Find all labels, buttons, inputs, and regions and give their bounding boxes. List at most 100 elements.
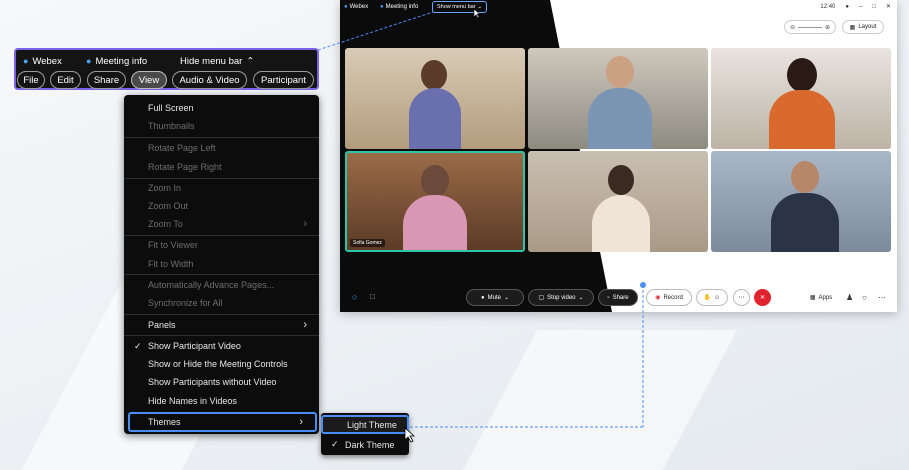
participant-body xyxy=(771,193,839,252)
participant-head xyxy=(421,165,449,197)
share-button[interactable]: ▫ Share xyxy=(598,289,638,306)
stop-video-label: Stop video xyxy=(547,294,576,301)
mute-button[interactable]: ● Mute ⌄ xyxy=(466,289,524,306)
participant-body xyxy=(592,195,650,252)
participant-head xyxy=(606,56,634,88)
checkmark-icon: ✓ xyxy=(331,439,339,449)
menu-item-label: Synchronize for All xyxy=(148,298,223,308)
video-tile[interactable] xyxy=(345,48,525,149)
menu-item-synchronize: Synchronize for All xyxy=(124,294,319,312)
menu-item-hide-names[interactable]: Hide Names in Videos xyxy=(124,392,319,410)
menu-separator xyxy=(124,314,319,315)
menu-item-label: Rotate Page Left xyxy=(148,143,216,153)
settings-icon[interactable]: ● xyxy=(845,4,849,10)
layout-button[interactable]: ▦ Layout xyxy=(842,20,884,34)
stop-video-button[interactable]: ▢ Stop video ⌄ xyxy=(528,289,594,306)
menu-item-label: Thumbnails xyxy=(148,121,195,131)
chevron-down-icon[interactable]: ⌄ xyxy=(504,294,509,301)
menu-item-light-theme[interactable]: Light Theme xyxy=(321,415,409,434)
menu-item-label: Panels xyxy=(148,320,176,330)
participant-head xyxy=(421,60,447,90)
menu-separator xyxy=(124,274,319,275)
menu-item-label: Full Screen xyxy=(148,103,194,113)
meeting-info-label: Meeting info xyxy=(95,55,148,67)
video-tile[interactable] xyxy=(528,48,708,149)
participant-body xyxy=(403,195,467,250)
microphone-icon: ● xyxy=(481,294,485,301)
video-tile[interactable] xyxy=(711,151,891,252)
menu-item-dark-theme[interactable]: ✓ Dark Theme xyxy=(321,435,409,454)
share-icon: ▫ xyxy=(607,294,610,301)
grid-icon: ▦ xyxy=(849,24,856,31)
chevron-right-icon: › xyxy=(303,218,307,230)
zoom-slider[interactable]: ⊖ ⊕ xyxy=(784,20,836,34)
meeting-controls: ○ □ ● Mute ⌄ ▢ Stop video ⌄ ▫ Share ◉ Re… xyxy=(340,284,897,312)
more-icon[interactable]: ⋯ xyxy=(878,293,886,302)
video-tile[interactable] xyxy=(528,151,708,252)
participant-head xyxy=(787,58,817,92)
reactions-button[interactable]: ✋ ☺ xyxy=(696,289,728,306)
smiley-icon: ☺ xyxy=(714,294,721,301)
menu-view[interactable]: View xyxy=(131,71,167,89)
participant-head xyxy=(791,161,819,193)
apps-icon: ▦ xyxy=(809,295,816,301)
view-menu: Full Screen Thumbnails Rotate Page Left … xyxy=(124,95,319,434)
apps-button[interactable]: ▦ Apps xyxy=(804,289,838,306)
participant-body xyxy=(409,88,461,149)
video-tile-active-speaker[interactable]: Sofia Gomez xyxy=(345,151,525,252)
background-shape xyxy=(462,330,738,470)
menu-item-panels[interactable]: Panels › xyxy=(124,316,319,334)
menu-separator xyxy=(124,335,319,336)
menu-item-label: Show or Hide the Meeting Controls xyxy=(148,359,288,369)
hide-menu-bar-button[interactable]: Hide menu bar ⌃ xyxy=(180,56,254,67)
chevron-right-icon: › xyxy=(299,416,303,428)
cursor-icon xyxy=(404,427,416,443)
chevron-right-icon: › xyxy=(303,319,307,331)
menu-item-show-participant-video[interactable]: ✓ Show Participant Video xyxy=(124,337,319,355)
titlebar-app-label: Webex xyxy=(349,4,369,10)
apps-label: Apps xyxy=(818,294,833,301)
webex-logo-icon: ● xyxy=(344,4,348,10)
leave-button[interactable]: ✕ xyxy=(754,289,771,306)
video-tile[interactable] xyxy=(711,48,891,149)
zoom-out-icon[interactable]: ⊖ xyxy=(790,24,795,31)
participant-head xyxy=(608,165,634,195)
participant-name: Sofia Gomez xyxy=(350,239,385,247)
more-options-button[interactable]: ⋯ xyxy=(733,289,750,306)
menu-item-label: Automatically Advance Pages... xyxy=(148,280,275,290)
minimize-icon[interactable]: – xyxy=(859,4,862,10)
participant-body xyxy=(588,88,652,149)
menu-item-zoom-in: Zoom In xyxy=(124,179,319,197)
hide-menu-bar-label: Hide menu bar xyxy=(180,55,243,67)
menu-item-show-participants-without-video[interactable]: Show Participants without Video xyxy=(124,373,319,391)
menu-edit[interactable]: Edit xyxy=(50,71,81,89)
zoom-in-icon[interactable]: ⊕ xyxy=(825,24,830,31)
menu-participant[interactable]: Participant xyxy=(253,71,314,89)
menu-item-themes[interactable]: Themes › xyxy=(128,412,317,432)
titlebar-meeting-info-label: Meeting info xyxy=(385,4,419,10)
meeting-info-button[interactable]: ● Meeting info xyxy=(86,56,147,67)
menu-item-fit-to-viewer: Fit to Viewer xyxy=(124,236,319,254)
menu-separator xyxy=(124,137,319,138)
chevron-down-icon[interactable]: ⌄ xyxy=(579,294,584,301)
menu-item-fit-to-width: Fit to Width xyxy=(124,255,319,273)
menu-audio-video[interactable]: Audio & Video xyxy=(172,71,247,89)
record-button[interactable]: ◉ Record xyxy=(646,289,692,306)
menu-item-label: Show Participants without Video xyxy=(148,377,277,387)
titlebar-meeting-info[interactable]: ● Meeting info xyxy=(380,4,418,10)
close-icon[interactable]: ✕ xyxy=(886,3,891,10)
menu-share[interactable]: Share xyxy=(87,71,126,89)
menu-item-label: Rotate Page Right xyxy=(148,162,222,172)
menu-item-label: Light Theme xyxy=(347,419,397,430)
menu-item-label: Dark Theme xyxy=(345,439,395,450)
chat-bubble-icon[interactable]: ○ xyxy=(862,293,867,302)
maximize-icon[interactable]: □ xyxy=(872,4,876,10)
chat-icon[interactable]: □ xyxy=(370,292,375,301)
menu-file[interactable]: File xyxy=(17,71,45,89)
layout-label: Layout xyxy=(858,24,877,30)
menu-item-full-screen[interactable]: Full Screen xyxy=(124,99,319,117)
mute-label: Mute xyxy=(487,294,501,301)
menu-item-show-hide-controls[interactable]: Show or Hide the Meeting Controls xyxy=(124,355,319,373)
participants-icon[interactable]: ♟ xyxy=(846,293,853,302)
slider-track[interactable] xyxy=(798,26,822,28)
